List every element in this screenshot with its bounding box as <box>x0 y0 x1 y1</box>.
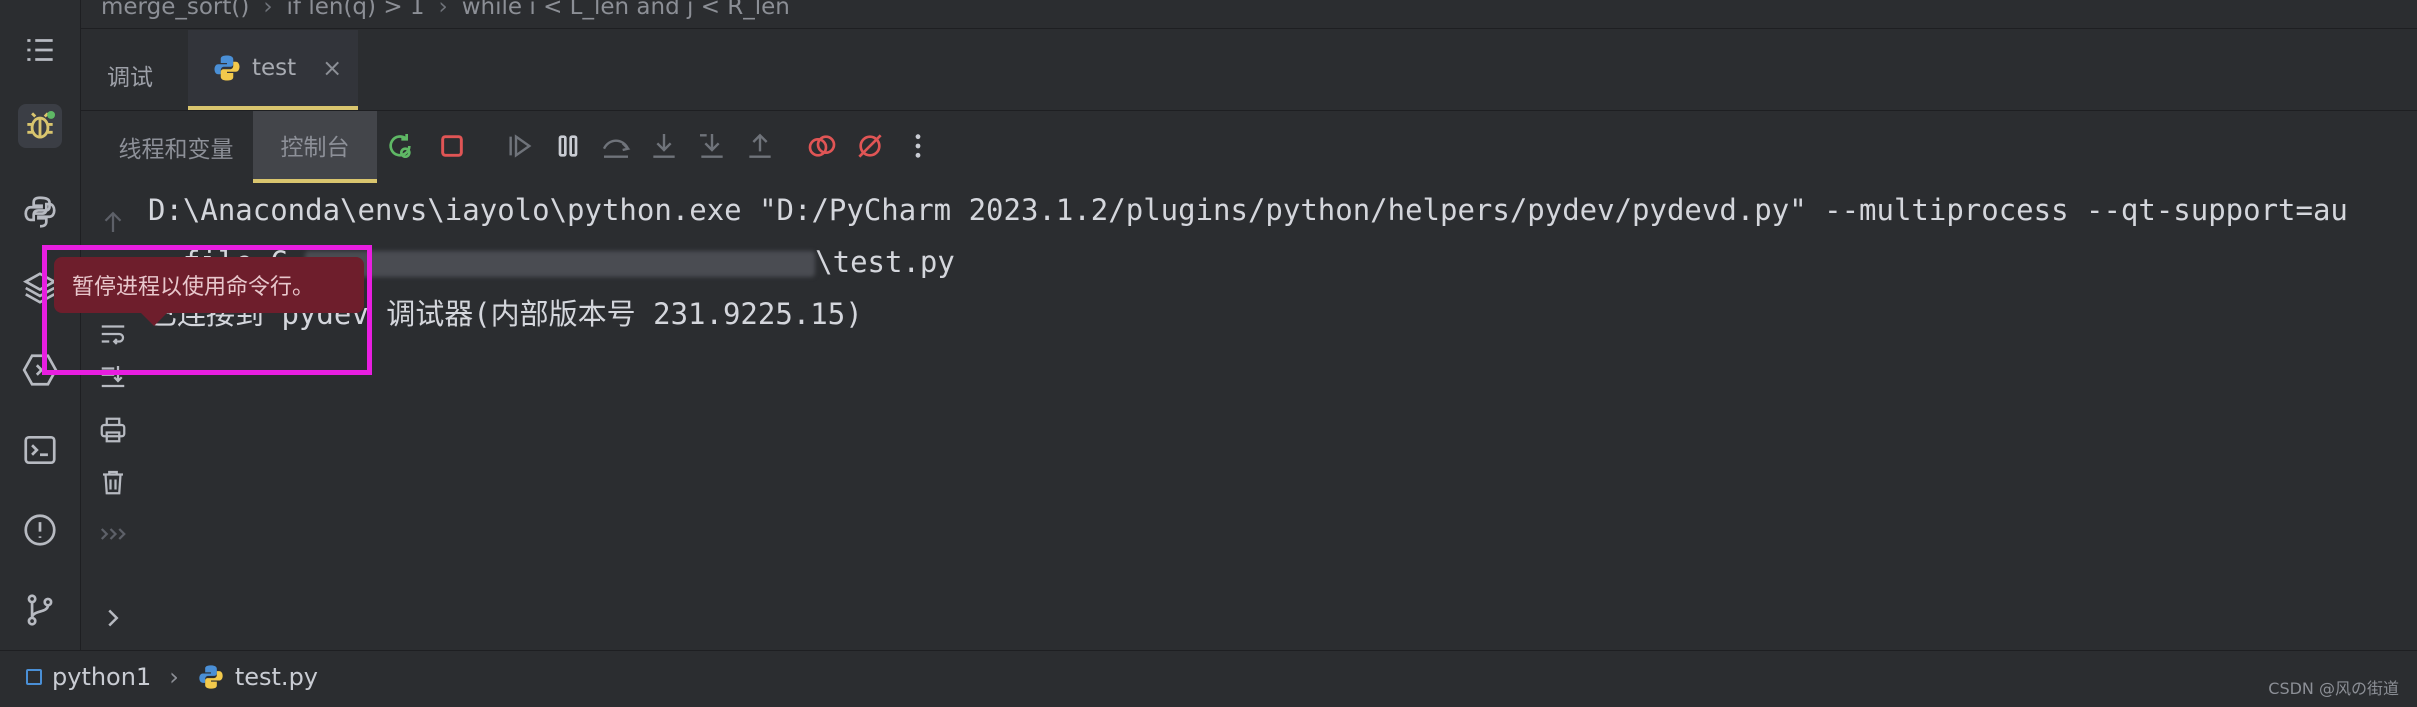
mute-breakpoints-icon[interactable] <box>849 125 891 167</box>
step-into-my-code-icon[interactable] <box>691 125 733 167</box>
tab-label: test <box>252 55 297 81</box>
console-output[interactable]: D:\Anaconda\envs\iayolo\python.exe "D:/P… <box>148 190 2417 610</box>
structure-list-icon[interactable] <box>18 28 62 72</box>
python-file-icon <box>199 665 223 689</box>
debug-tab-bar: 调试 test × <box>81 30 2417 111</box>
status-breadcrumb: python1 › test.py <box>26 663 318 691</box>
status-bar: python1 › test.py CSDN @风の街道 <box>0 650 2417 707</box>
view-breakpoints-icon[interactable] <box>801 125 843 167</box>
pause-icon[interactable] <box>547 125 589 167</box>
module-icon <box>26 669 42 685</box>
tab-threads-variables[interactable]: 线程和变量 <box>101 111 251 183</box>
annotation-highlight-box <box>42 245 372 375</box>
arrow-up-icon[interactable] <box>93 202 133 242</box>
more-options-icon[interactable] <box>897 125 939 167</box>
close-icon[interactable]: × <box>322 54 342 82</box>
breadcrumb: merge_sort() › if len(q) > 1 › while i <… <box>101 0 790 24</box>
debug-window-title: 调试 <box>107 65 153 91</box>
console-text: \test.py <box>815 245 955 279</box>
resume-program-icon[interactable] <box>499 125 541 167</box>
show-more-chevrons-icon[interactable] <box>93 514 133 554</box>
step-out-icon[interactable] <box>739 125 781 167</box>
divider <box>81 28 2417 29</box>
tab-console[interactable]: 控制台 <box>253 111 377 183</box>
terminal-icon[interactable] <box>18 428 62 472</box>
debug-bug-icon[interactable] <box>18 104 62 148</box>
step-over-icon[interactable] <box>595 125 637 167</box>
breadcrumb-item[interactable]: merge_sort() <box>101 0 249 20</box>
chevron-right-icon: › <box>438 0 448 20</box>
watermark: CSDN @风の街道 <box>2268 679 2399 698</box>
project-name[interactable]: python1 <box>52 663 151 691</box>
problems-icon[interactable] <box>18 508 62 552</box>
rerun-debug-icon[interactable] <box>379 125 421 167</box>
console-line: D:\Anaconda\envs\iayolo\python.exe "D:/P… <box>148 193 2348 227</box>
debug-toolbar: 线程和变量 控制台 <box>81 111 2417 183</box>
chevron-right-icon: › <box>169 663 179 691</box>
git-branch-icon[interactable] <box>18 588 62 632</box>
breadcrumb-item[interactable]: if len(q) > 1 <box>287 0 425 20</box>
clear-all-trash-icon[interactable] <box>93 462 133 502</box>
chevron-right-icon[interactable] <box>93 598 133 638</box>
print-icon[interactable] <box>93 410 133 450</box>
redacted-path <box>305 251 816 277</box>
chevron-right-icon: › <box>263 0 273 20</box>
file-name[interactable]: test.py <box>235 663 318 691</box>
tab-test[interactable]: test × <box>188 30 358 110</box>
stop-icon[interactable] <box>431 125 473 167</box>
python-console-icon[interactable] <box>18 190 62 234</box>
breadcrumb-item[interactable]: while i < L_len and j < R_len <box>462 0 790 20</box>
step-into-icon[interactable] <box>643 125 685 167</box>
python-file-icon <box>214 55 240 81</box>
